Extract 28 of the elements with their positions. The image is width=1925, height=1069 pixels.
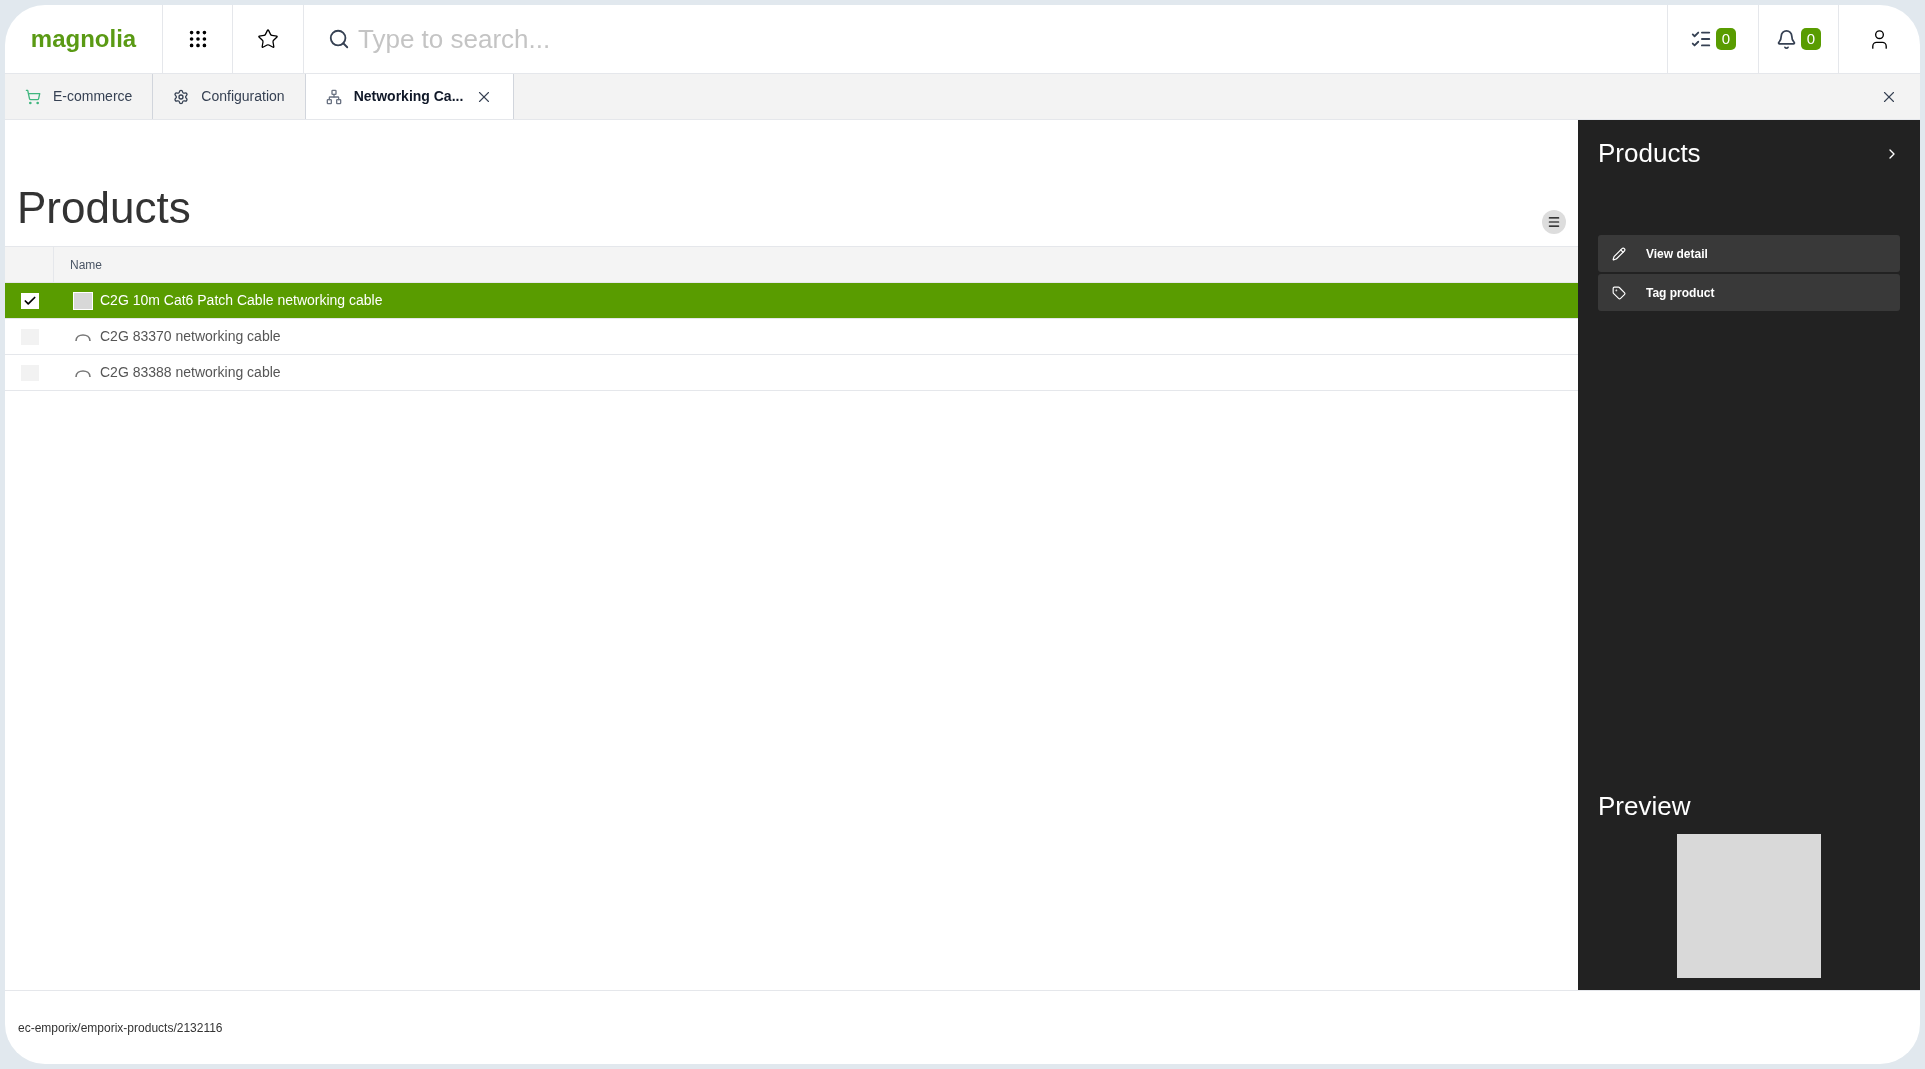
cable-icon bbox=[74, 331, 92, 342]
pencil-icon bbox=[1612, 246, 1626, 261]
panel-title: Products bbox=[1598, 137, 1701, 170]
action-button[interactable]: View detail bbox=[1598, 235, 1900, 272]
menu-icon bbox=[1547, 215, 1561, 229]
star-icon bbox=[257, 28, 279, 50]
notifications-count: 0 bbox=[1800, 27, 1822, 51]
search-icon bbox=[328, 28, 350, 50]
action-button[interactable]: Tag product bbox=[1598, 274, 1900, 311]
product-thumbnail bbox=[73, 291, 93, 310]
page-title: Products bbox=[17, 186, 191, 230]
settings-icon bbox=[173, 88, 190, 105]
product-name: C2G 10m Cat6 Patch Cable networking cable bbox=[100, 291, 383, 310]
product-name: C2G 83370 networking cable bbox=[100, 327, 281, 346]
preview-title: Preview bbox=[1598, 790, 1692, 823]
cart-icon bbox=[25, 88, 41, 105]
menu-button[interactable] bbox=[1542, 210, 1566, 234]
bell-icon bbox=[1775, 28, 1797, 50]
hierarchy-icon bbox=[325, 88, 342, 105]
tasks-count: 0 bbox=[1715, 27, 1737, 51]
tag-icon bbox=[1612, 285, 1626, 300]
cable-icon bbox=[74, 367, 92, 378]
search-field[interactable]: Type to search... bbox=[358, 19, 1667, 59]
row-checkbox[interactable] bbox=[20, 292, 39, 309]
path-text: ec-emporix/emporix-products/2132116 bbox=[18, 1019, 223, 1037]
tab[interactable]: Networking Ca... bbox=[305, 74, 515, 119]
product-name: C2G 83388 networking cable bbox=[100, 363, 281, 382]
column-header[interactable]: Name bbox=[54, 255, 102, 274]
